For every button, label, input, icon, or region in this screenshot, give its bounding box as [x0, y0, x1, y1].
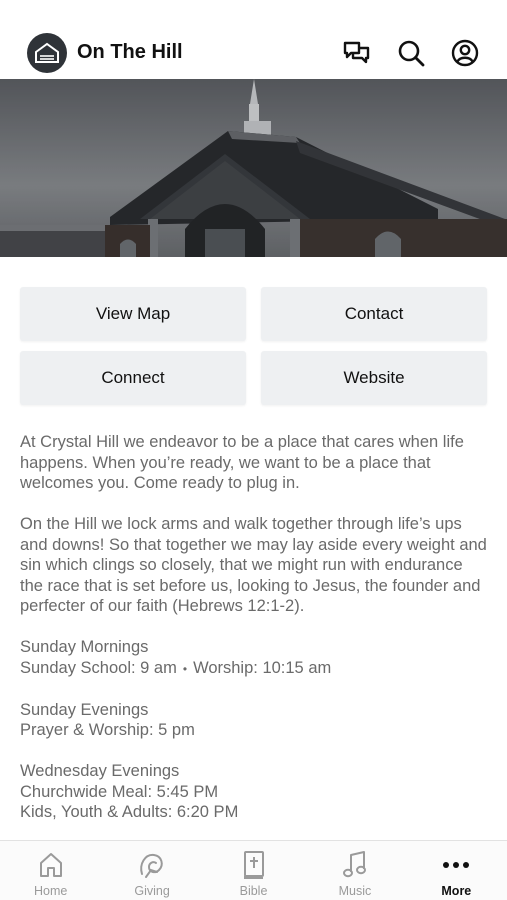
header-actions [342, 38, 479, 67]
tab-more[interactable]: More [406, 841, 507, 900]
sunday-evenings-section: Sunday Evenings Prayer & Worship: 5 pm [20, 700, 490, 741]
connect-button[interactable]: Connect [20, 351, 246, 405]
church-logo[interactable] [27, 32, 67, 73]
church-building-image [0, 79, 507, 257]
sunday-school-time: Sunday School: 9 am [20, 658, 177, 677]
wednesday-evenings-heading: Wednesday Evenings [20, 762, 180, 780]
tab-home-label: Home [34, 884, 68, 898]
prayer-worship-time: Prayer & Worship: 5 pm [20, 721, 195, 739]
tab-music[interactable]: Music [304, 841, 405, 900]
profile-icon[interactable] [450, 38, 479, 67]
about-content: At Crystal Hill we endeavor to be a plac… [20, 432, 490, 843]
search-icon[interactable] [396, 38, 425, 67]
sunday-mornings-heading: Sunday Mornings [20, 638, 149, 656]
wednesday-evenings-section: Wednesday Evenings Churchwide Meal: 5:45… [20, 761, 490, 823]
mission-paragraph: On the Hill we lock arms and walk togeth… [20, 515, 487, 615]
action-buttons: View Map Contact Connect Website [20, 287, 487, 405]
hero-image [0, 79, 507, 257]
view-map-button[interactable]: View Map [20, 287, 246, 341]
sunday-mornings-section: Sunday Mornings Sunday School: 9 am • Wors… [20, 637, 490, 679]
app-header: On The Hill [0, 26, 507, 79]
tab-bible[interactable]: Bible [203, 841, 304, 900]
status-bar [0, 0, 507, 26]
sunday-evenings-heading: Sunday Evenings [20, 700, 149, 719]
giving-icon [137, 850, 167, 880]
church-logo-icon [35, 42, 59, 63]
home-icon [36, 850, 66, 880]
website-button[interactable]: Website [261, 351, 487, 405]
tab-giving-label: Giving [134, 884, 170, 898]
chat-icon[interactable] [342, 38, 371, 67]
kids-youth-adults-time: Kids, Youth & Adults: 6:20 PM [20, 803, 239, 821]
churchwide-meal-time: Churchwide Meal: 5:45 PM [20, 782, 219, 801]
music-icon [340, 850, 370, 880]
more-icon [441, 850, 471, 880]
tab-more-label: More [441, 884, 472, 898]
separator-dot: • [182, 661, 188, 676]
worship-time: Worship: 10:15 am [193, 658, 332, 677]
intro-paragraph: At Crystal Hill we endeavor to be a plac… [20, 433, 464, 492]
bottom-tab-bar: Home Giving Bible Music More [0, 840, 507, 900]
tab-music-label: Music [338, 884, 372, 898]
tab-home[interactable]: Home [0, 841, 101, 900]
tab-bible-label: Bible [239, 884, 268, 898]
contact-button[interactable]: Contact [261, 287, 487, 341]
bible-icon [239, 850, 269, 880]
tab-giving[interactable]: Giving [101, 841, 202, 900]
app-title: On The Hill [77, 41, 183, 63]
